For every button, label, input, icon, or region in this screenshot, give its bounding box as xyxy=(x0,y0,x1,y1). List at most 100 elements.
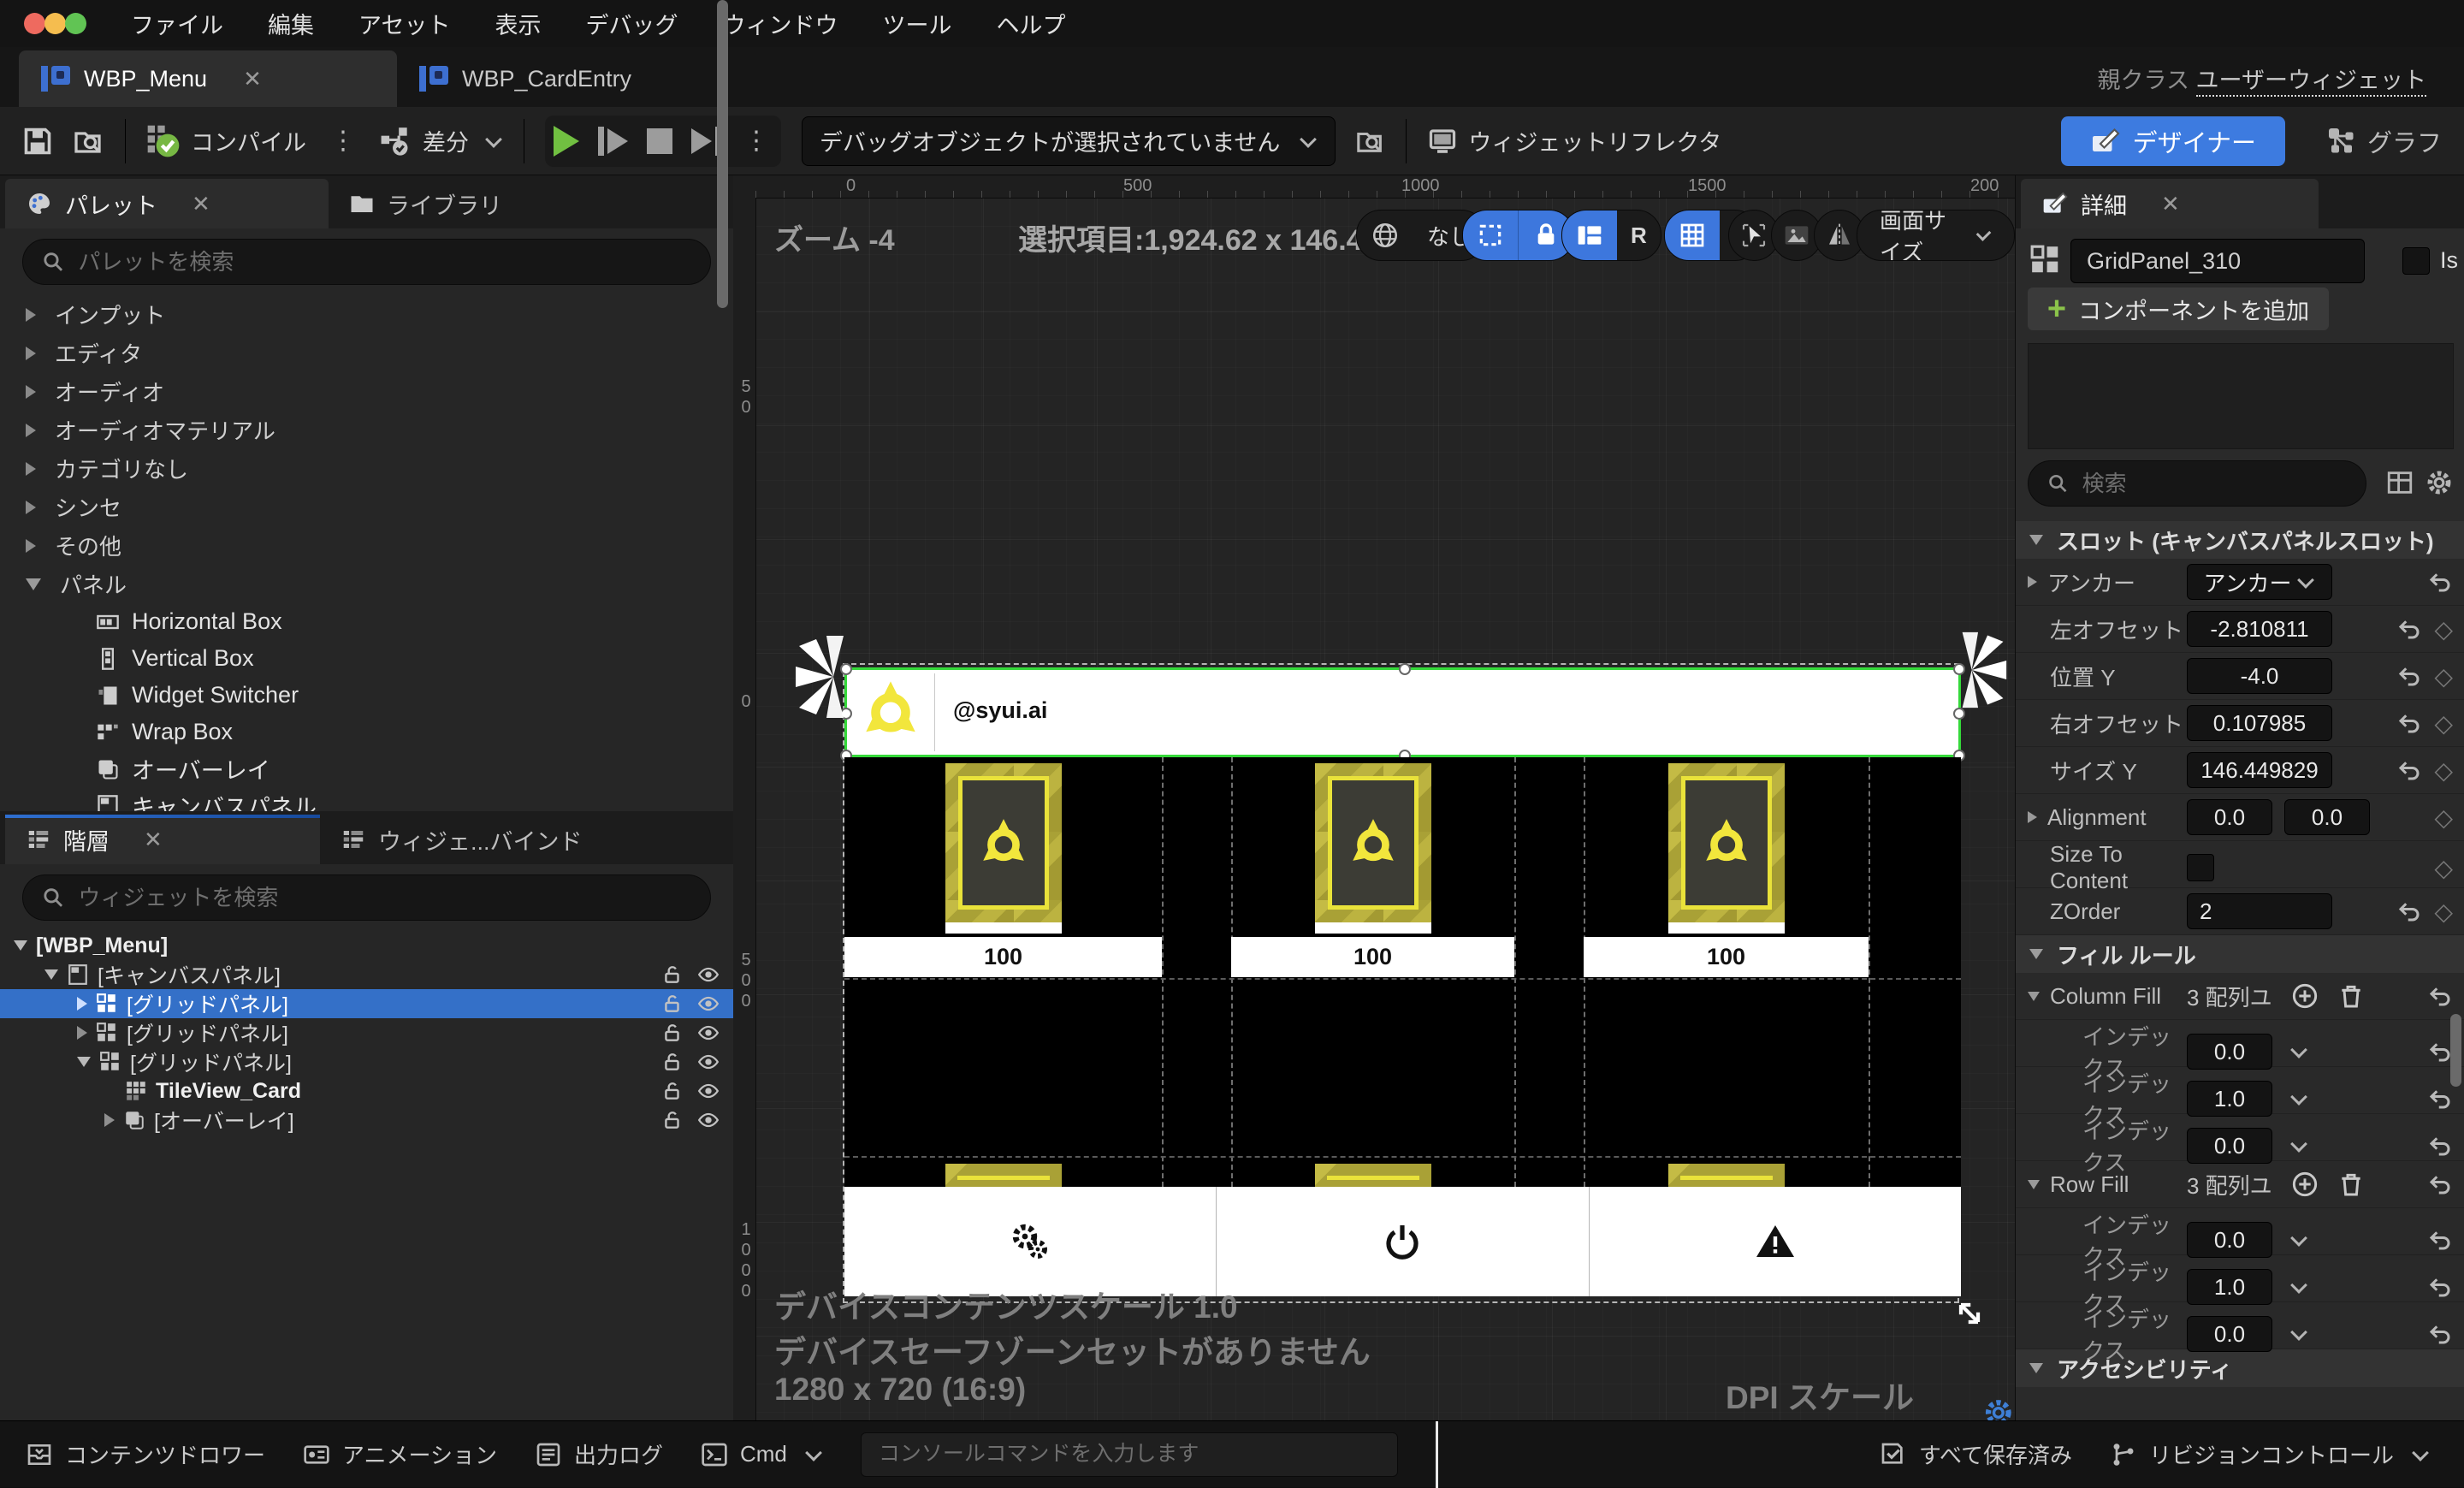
step-forward-button[interactable] xyxy=(598,126,628,156)
expand-icon[interactable] xyxy=(2028,811,2037,823)
palette-item-horizontal-box[interactable]: Horizontal Box xyxy=(0,603,733,640)
trash-icon[interactable] xyxy=(2337,982,2365,1010)
tab-widget-bind[interactable]: ウィジェ...バインド xyxy=(320,815,603,864)
graph-mode-button[interactable]: グラフ xyxy=(2326,123,2442,159)
dpi-settings-gear-icon[interactable] xyxy=(1982,1396,2015,1420)
index-value-field[interactable]: 0.0 xyxy=(2187,1128,2272,1164)
screen-size-dropdown[interactable]: 画面サイズ xyxy=(1857,210,2015,261)
alignment-y-field[interactable]: 0.0 xyxy=(2284,799,2370,835)
palette-item-widget-switcher[interactable]: Widget Switcher xyxy=(0,677,733,714)
bind-diamond-icon[interactable]: ◇ xyxy=(2434,756,2453,785)
content-drawer-button[interactable]: コンテンツドロワー xyxy=(26,1438,265,1470)
reset-icon[interactable] xyxy=(2396,616,2422,642)
lock-icon[interactable] xyxy=(661,1051,684,1073)
palette-category-panel[interactable]: パネル xyxy=(0,565,733,603)
marquee-select-toggle[interactable] xyxy=(1463,210,1518,260)
reset-icon[interactable] xyxy=(2427,1039,2453,1064)
palette-category-synth[interactable]: シンセ xyxy=(0,488,733,526)
respect-locks-button[interactable]: R xyxy=(1617,210,1661,260)
index-value-field[interactable]: 1.0 xyxy=(2187,1269,2272,1305)
card-entry[interactable] xyxy=(1667,763,1785,922)
lock-icon[interactable] xyxy=(661,1109,684,1131)
section-slot[interactable]: スロット (キャンバスパネルスロット) xyxy=(2016,521,2464,559)
palette-scrollbar[interactable] xyxy=(717,0,728,308)
collapse-icon[interactable] xyxy=(2028,1179,2040,1189)
reset-icon[interactable] xyxy=(2396,757,2422,783)
play-button[interactable] xyxy=(554,125,579,157)
browse-debug-button[interactable] xyxy=(1356,127,1385,156)
palette-search-input[interactable] xyxy=(76,247,691,276)
console-input[interactable] xyxy=(860,1432,1398,1477)
reset-icon[interactable] xyxy=(2427,1321,2453,1347)
cmd-dropdown[interactable]: Cmd xyxy=(701,1441,823,1468)
index-value-field[interactable]: 1.0 xyxy=(2187,1081,2272,1117)
zorder-field[interactable]: 2 xyxy=(2187,893,2332,929)
eye-icon[interactable] xyxy=(697,993,720,1015)
card-entry-row2[interactable] xyxy=(1314,1164,1431,1187)
details-scrollbar[interactable] xyxy=(2450,1014,2461,1087)
menu-tools[interactable]: ツール xyxy=(882,7,951,40)
palette-item-overlay[interactable]: オーバーレイ xyxy=(0,750,733,787)
alignment-x-field[interactable]: 0.0 xyxy=(2187,799,2272,835)
palette-category-editor[interactable]: エディタ xyxy=(0,334,733,372)
tab-hierarchy[interactable]: 階層 ✕ xyxy=(5,815,320,864)
compile-options-icon[interactable]: ⋮ xyxy=(327,126,359,156)
eye-icon[interactable] xyxy=(697,1051,720,1073)
tree-row-wbp-menu[interactable]: [WBP_Menu] xyxy=(0,931,733,960)
bind-diamond-icon[interactable]: ◇ xyxy=(2434,615,2453,643)
chevron-down-icon[interactable] xyxy=(2290,1088,2307,1106)
close-tab-icon[interactable]: ✕ xyxy=(243,66,262,92)
close-icon[interactable]: ✕ xyxy=(192,191,210,217)
card-entry[interactable] xyxy=(945,763,1062,922)
is-variable-checkbox[interactable] xyxy=(2402,247,2430,275)
close-icon[interactable]: ✕ xyxy=(144,827,163,853)
section-fill-rules[interactable]: フィル ルール xyxy=(2016,935,2464,973)
globe-icon[interactable] xyxy=(1357,210,1413,260)
tree-row-canvas-panel[interactable]: [キャンバスパネル] xyxy=(0,960,733,989)
position-y-field[interactable]: -4.0 xyxy=(2187,658,2332,694)
tab-palette[interactable]: パレット ✕ xyxy=(5,179,329,228)
save-status-button[interactable]: すべて保存済み xyxy=(1880,1438,2072,1470)
bind-diamond-icon[interactable]: ◇ xyxy=(2434,854,2453,882)
save-button[interactable] xyxy=(22,126,53,157)
layout-toggle[interactable] xyxy=(1562,210,1617,260)
tree-row-grid-panel-2[interactable]: [グリッドパネル] xyxy=(0,1018,733,1047)
menu-file[interactable]: ファイル xyxy=(131,7,223,40)
tileview-card[interactable]: 100 100 100 xyxy=(844,757,1961,1296)
diff-button[interactable]: 差分 xyxy=(380,124,503,157)
menu-view[interactable]: 表示 xyxy=(495,7,541,40)
tree-row-tileview-card[interactable]: TileView_Card xyxy=(0,1076,733,1106)
maximize-traffic-light[interactable] xyxy=(65,13,86,34)
tab-library[interactable]: ライブラリ xyxy=(329,179,523,228)
card-entry-row2[interactable] xyxy=(945,1164,1062,1187)
menu-debug[interactable]: デバッグ xyxy=(585,7,678,40)
palette-category-audiomaterial[interactable]: オーディオマテリアル xyxy=(0,411,733,449)
widget-name-field[interactable] xyxy=(2070,239,2365,283)
selection-handle[interactable] xyxy=(1953,708,1965,720)
play-options-icon[interactable]: ⋮ xyxy=(740,126,773,156)
bind-diamond-icon[interactable]: ◇ xyxy=(2434,898,2453,926)
debug-object-dropdown[interactable]: デバッグオブジェクトが選択されていません xyxy=(802,116,1336,166)
offset-left-field[interactable]: -2.810811 xyxy=(2187,611,2332,647)
grid-snap-toggle[interactable] xyxy=(1665,210,1720,260)
eye-icon[interactable] xyxy=(697,1022,720,1044)
power-button[interactable] xyxy=(1217,1187,1590,1296)
widget-name-input[interactable] xyxy=(2071,247,2364,275)
reset-icon[interactable] xyxy=(2396,710,2422,736)
compile-button[interactable]: コンパイル xyxy=(146,124,306,158)
bind-diamond-icon[interactable]: ◇ xyxy=(2434,803,2453,832)
offset-right-field[interactable]: 0.107985 xyxy=(2187,705,2332,741)
hierarchy-search[interactable] xyxy=(22,874,711,921)
chevron-down-icon[interactable] xyxy=(2290,1135,2307,1153)
reset-icon[interactable] xyxy=(2427,983,2453,1009)
palette-category-uncategorized[interactable]: カテゴリなし xyxy=(0,449,733,488)
anchor-dropdown[interactable]: アンカー xyxy=(2187,564,2332,600)
add-element-icon[interactable] xyxy=(2291,1171,2319,1198)
reset-icon[interactable] xyxy=(2427,1133,2453,1159)
palette-category-other[interactable]: その他 xyxy=(0,526,733,565)
palette-item-wrap-box[interactable]: Wrap Box xyxy=(0,714,733,750)
parent-class-link[interactable]: ユーザーウィジェット xyxy=(2195,68,2426,97)
card-entry[interactable] xyxy=(1314,763,1431,922)
details-search-input[interactable] xyxy=(2080,469,2347,498)
warning-button[interactable] xyxy=(1590,1187,1961,1296)
